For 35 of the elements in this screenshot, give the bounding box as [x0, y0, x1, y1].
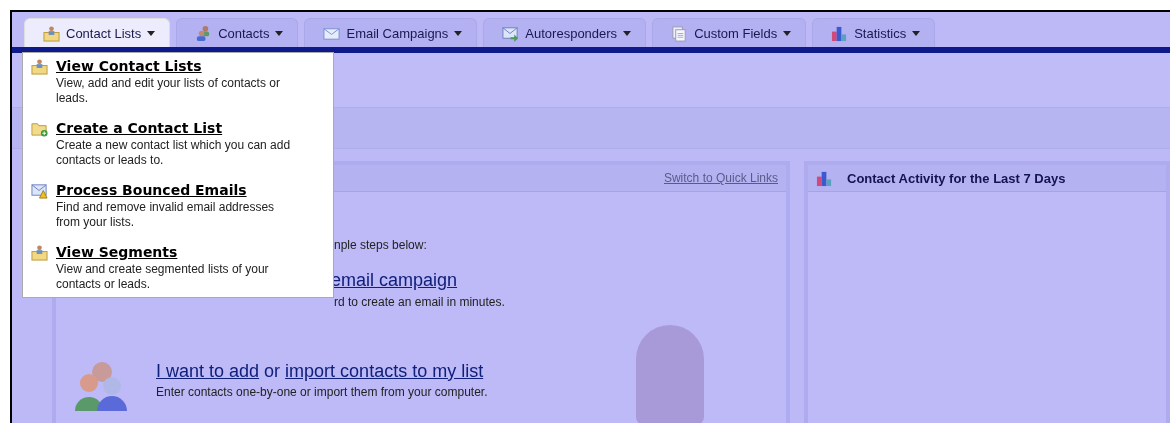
- menu-item-description: Find and remove invalid email addresses from your lists.: [56, 200, 276, 230]
- caret-icon: [147, 30, 156, 36]
- step-link[interactable]: import contacts to my list: [285, 361, 484, 382]
- intro-text: nple steps below:: [334, 238, 428, 252]
- menu-tab[interactable]: Contacts: [176, 18, 299, 47]
- panel-title: Contact Activity for the Last 7 Days: [847, 170, 1066, 186]
- caret-icon: [912, 30, 921, 36]
- bar-chart-icon: [831, 24, 849, 42]
- caret-icon: [275, 30, 284, 36]
- menu-item-link[interactable]: Process Bounced Emails: [56, 182, 291, 198]
- menu-item-description: View, add and edit your lists of contacts or leads.: [56, 76, 281, 106]
- caret-icon: [454, 30, 463, 36]
- menu-item-description: Create a new contact list which you can add contacts or leads to.: [56, 138, 291, 168]
- step-description: Enter contacts one-by-one or import them from your computer.: [156, 385, 488, 399]
- folder-plus-icon: [31, 120, 48, 137]
- menu-tab[interactable]: Contact Lists: [24, 18, 171, 47]
- pages-icon: [671, 24, 689, 42]
- menu-tab[interactable]: Email Campaigns: [304, 18, 478, 47]
- menu-item-description: View and create segmented lists of your contacts or leads.: [56, 262, 270, 292]
- folder-person-icon: [43, 24, 60, 42]
- menu-item-link[interactable]: View Segments: [56, 244, 291, 260]
- step-link[interactable]: I want to add: [156, 361, 260, 382]
- step-description: rd to create an email in minutes.: [334, 295, 506, 309]
- folder-person-icon: [31, 244, 48, 261]
- caret-icon: [623, 30, 632, 36]
- bar-chart-icon: [816, 169, 833, 187]
- envelope-warning-icon: [31, 182, 48, 199]
- menu-item-link[interactable]: Create a Contact List: [56, 120, 291, 136]
- or-text: or: [264, 361, 281, 382]
- caret-icon: [783, 30, 792, 36]
- menu-tab[interactable]: Custom Fields: [652, 18, 807, 47]
- menu-tab[interactable]: Autoresponders: [483, 18, 647, 47]
- folder-person-icon: [31, 58, 48, 75]
- menu-tab[interactable]: Statistics: [812, 18, 936, 47]
- menu-item-link[interactable]: View Contact Lists: [56, 58, 291, 74]
